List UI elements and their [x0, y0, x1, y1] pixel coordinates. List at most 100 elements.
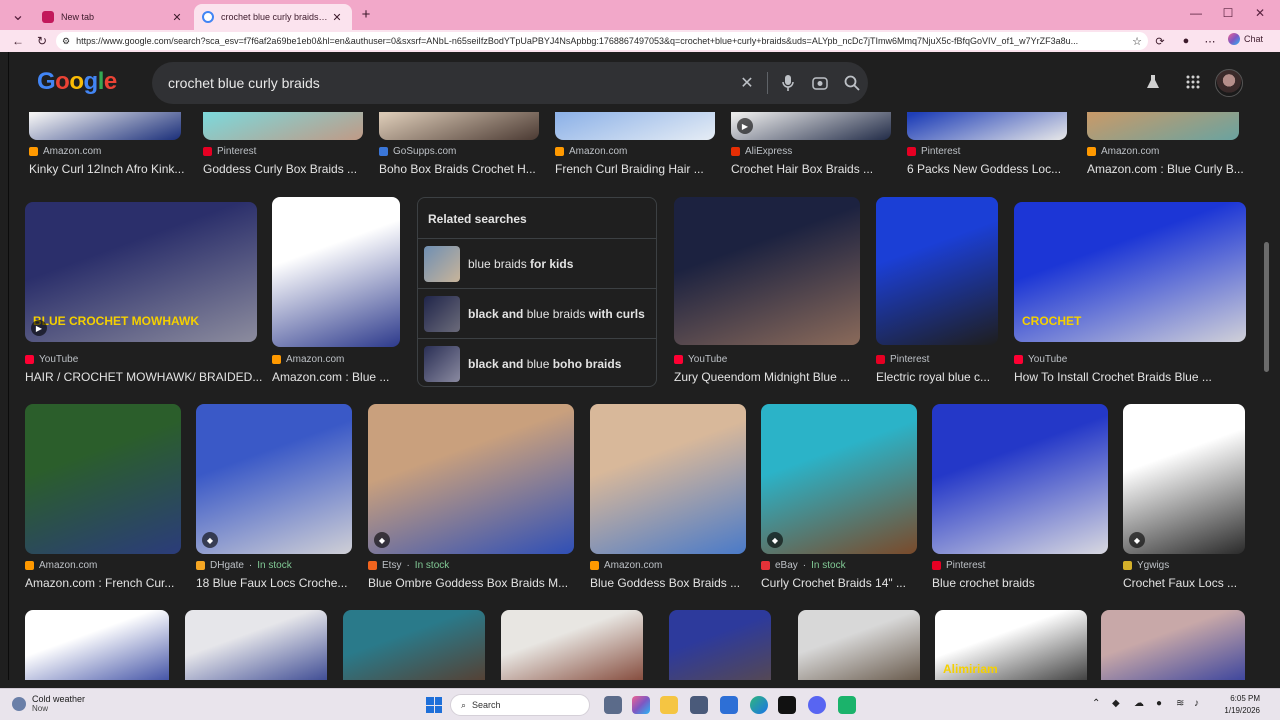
- result-source[interactable]: Amazon.com: [590, 560, 662, 571]
- result-thumbnail[interactable]: ◆: [196, 404, 352, 554]
- result-thumbnail[interactable]: [674, 197, 860, 345]
- task-view-icon[interactable]: [604, 696, 622, 714]
- discord-icon[interactable]: [808, 696, 826, 714]
- tab-new-tab[interactable]: New tab ✕: [34, 4, 192, 30]
- search-query[interactable]: crochet blue curly braids: [168, 75, 731, 91]
- search-icon[interactable]: [836, 67, 868, 99]
- microphone-tray-icon[interactable]: ●: [1156, 698, 1162, 709]
- related-search-item[interactable]: black and blue boho braids: [418, 338, 656, 388]
- result-title[interactable]: Kinky Curl 12Inch Afro Kink...: [29, 162, 191, 176]
- apps-grid-icon[interactable]: [1181, 70, 1205, 94]
- result-source[interactable]: eBay · In stock: [761, 560, 846, 571]
- new-tab-plus-icon[interactable]: +: [358, 6, 374, 23]
- result-source[interactable]: Amazon.com: [272, 354, 344, 365]
- result-source[interactable]: Amazon.com: [555, 146, 627, 157]
- result-thumbnail[interactable]: CROCHET: [1014, 202, 1246, 342]
- tiktok-icon[interactable]: [778, 696, 796, 714]
- related-search-item[interactable]: blue braids for kids: [418, 238, 656, 288]
- clear-search-icon[interactable]: ✕: [731, 67, 763, 99]
- address-bar[interactable]: ⚙ https://www.google.com/search?sca_esv=…: [56, 32, 1148, 50]
- scrollbar-thumb[interactable]: [1264, 242, 1269, 372]
- result-thumbnail[interactable]: ◆: [761, 404, 917, 554]
- result-source[interactable]: Pinterest: [876, 354, 929, 365]
- result-thumbnail[interactable]: [185, 610, 327, 680]
- close-tab-icon[interactable]: ✕: [170, 10, 184, 24]
- result-thumbnail[interactable]: [343, 610, 485, 680]
- maximize-icon[interactable]: ☐: [1220, 6, 1236, 20]
- result-thumbnail[interactable]: [932, 404, 1108, 554]
- result-source[interactable]: Etsy · In stock: [368, 560, 449, 571]
- tray-app-icon[interactable]: ◆: [1112, 698, 1120, 709]
- profile-icon[interactable]: ●: [1178, 33, 1194, 49]
- windows-start-icon[interactable]: [426, 697, 442, 713]
- result-title[interactable]: Blue crochet braids: [932, 576, 1118, 590]
- weather-widget[interactable]: Cold weather Now: [12, 694, 85, 713]
- result-source[interactable]: GoSupps.com: [379, 146, 456, 157]
- result-thumbnail[interactable]: [876, 197, 998, 345]
- mail-app-icon[interactable]: [720, 696, 738, 714]
- result-title[interactable]: Boho Box Braids Crochet H...: [379, 162, 549, 176]
- onedrive-icon[interactable]: ☁: [1134, 698, 1144, 709]
- related-search-item[interactable]: black and blue braids with curls: [418, 288, 656, 338]
- result-thumbnail[interactable]: Alimiriam: [935, 610, 1087, 680]
- lens-camera-icon[interactable]: [804, 67, 836, 99]
- result-thumbnail[interactable]: ◆: [1123, 404, 1245, 554]
- close-tab-icon[interactable]: ✕: [330, 10, 344, 24]
- result-thumbnail[interactable]: [669, 610, 771, 680]
- microphone-icon[interactable]: [772, 67, 804, 99]
- tab-google-search[interactable]: crochet blue curly braids - Google ✕: [194, 4, 352, 30]
- result-title[interactable]: Amazon.com : French Cur...: [25, 576, 191, 590]
- page-scrollbar[interactable]: [1263, 112, 1271, 680]
- result-thumbnail[interactable]: [272, 197, 400, 347]
- result-source[interactable]: YouTube: [1014, 354, 1067, 365]
- reload-icon[interactable]: ↻: [34, 33, 50, 49]
- taskbar-clock[interactable]: 6:05 PM 1/19/2026: [1214, 693, 1260, 717]
- result-source[interactable]: Amazon.com: [1087, 146, 1159, 157]
- more-menu-icon[interactable]: ⋯: [1202, 33, 1218, 49]
- minimize-icon[interactable]: —: [1188, 6, 1204, 20]
- result-title[interactable]: How To Install Crochet Braids Blue ...: [1014, 370, 1256, 384]
- tray-chevron-icon[interactable]: ⌃: [1092, 698, 1100, 709]
- result-title[interactable]: HAIR / CROCHET MOWHAWK/ BRAIDED...: [25, 370, 267, 384]
- result-title[interactable]: Zury Queendom Midnight Blue ...: [674, 370, 870, 384]
- back-arrow-icon[interactable]: ←: [10, 33, 26, 49]
- result-source[interactable]: Pinterest: [203, 146, 256, 157]
- result-thumbnail[interactable]: ◆: [368, 404, 574, 554]
- result-thumbnail[interactable]: [590, 404, 746, 554]
- result-source[interactable]: Amazon.com: [25, 560, 97, 571]
- result-thumbnail[interactable]: [501, 610, 643, 680]
- result-source[interactable]: YouTube: [674, 354, 727, 365]
- result-source[interactable]: Amazon.com: [29, 146, 101, 157]
- result-title[interactable]: Crochet Hair Box Braids ...: [731, 162, 901, 176]
- result-thumbnail[interactable]: [25, 610, 169, 680]
- site-info-icon[interactable]: ⚙: [62, 36, 70, 47]
- result-source[interactable]: Pinterest: [907, 146, 960, 157]
- labs-flask-icon[interactable]: [1141, 70, 1165, 94]
- result-title[interactable]: Curly Crochet Braids 14" ...: [761, 576, 927, 590]
- account-avatar[interactable]: [1215, 69, 1243, 97]
- search-box[interactable]: crochet blue curly braids ✕: [152, 62, 868, 104]
- result-source[interactable]: Pinterest: [932, 560, 985, 571]
- google-logo[interactable]: Google: [37, 68, 117, 96]
- result-thumbnail[interactable]: [798, 610, 920, 680]
- result-title[interactable]: Blue Ombre Goddess Box Braids M...: [368, 576, 584, 590]
- taskbar-search[interactable]: ⌕ Search: [450, 694, 590, 716]
- close-window-icon[interactable]: ✕: [1252, 6, 1268, 20]
- result-title[interactable]: French Curl Braiding Hair ...: [555, 162, 725, 176]
- copilot-app-icon[interactable]: [632, 696, 650, 714]
- result-title[interactable]: 18 Blue Faux Locs Croche...: [196, 576, 362, 590]
- result-title[interactable]: Goddess Curly Box Braids ...: [203, 162, 373, 176]
- volume-icon[interactable]: ♪: [1194, 698, 1199, 709]
- edge-browser-icon[interactable]: [750, 696, 768, 714]
- result-thumbnail[interactable]: [1101, 610, 1245, 680]
- app-icon[interactable]: [838, 696, 856, 714]
- extensions-icon[interactable]: ⟳: [1152, 33, 1168, 49]
- result-source[interactable]: AliExpress: [731, 146, 792, 157]
- result-title[interactable]: Crochet Faux Locs ...: [1123, 576, 1255, 590]
- result-title[interactable]: Amazon.com : Blue Curly B...: [1087, 162, 1249, 176]
- result-source[interactable]: YouTube: [25, 354, 78, 365]
- chat-button[interactable]: Chat: [1228, 33, 1263, 45]
- store-app-icon[interactable]: [690, 696, 708, 714]
- result-title[interactable]: 6 Packs New Goddess Loc...: [907, 162, 1077, 176]
- file-explorer-icon[interactable]: [660, 696, 678, 714]
